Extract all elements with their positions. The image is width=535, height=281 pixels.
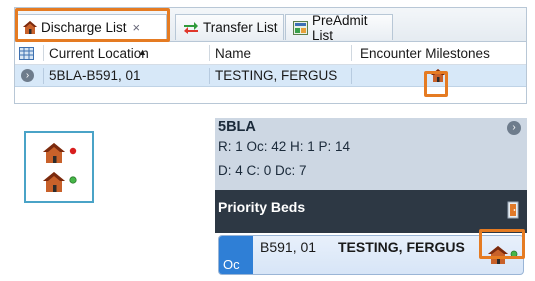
expand-row-button[interactable]: › (21, 65, 34, 86)
door-icon[interactable] (507, 201, 519, 224)
icon-legend (24, 131, 94, 203)
column-name[interactable]: Name (215, 42, 251, 64)
unit-header[interactable]: 5BLA R: 1 Oc: 42 H: 1 P: 14 D: 4 C: 0 Dc… (215, 118, 527, 190)
house-green-dot-icon (42, 171, 78, 198)
tab-preadmit-list[interactable]: PreAdmit List (285, 12, 393, 43)
unit-name: 5BLA (218, 119, 256, 135)
table-row[interactable]: › 5BLA-B591, 01 TESTING, FERGUS (15, 65, 526, 87)
unit-stats-line1: R: 1 Oc: 42 H: 1 P: 14 (218, 139, 351, 154)
row-name: TESTING, FERGUS (215, 68, 338, 83)
column-encounter-milestones[interactable]: Encounter Milestones (360, 42, 490, 64)
chevron-right-icon[interactable]: › (507, 121, 521, 135)
priority-beds-section: Priority Beds (215, 190, 527, 233)
preadmit-icon (293, 20, 308, 35)
house-red-dot-icon (42, 142, 78, 169)
bed-location: B591, 01 (260, 239, 317, 255)
grid-select-icon[interactable] (19, 42, 34, 64)
bed-patient-name: TESTING, FERGUS (338, 239, 465, 255)
status-text: Oc (223, 257, 240, 272)
chevron-right-icon: › (21, 69, 34, 82)
row-location: 5BLA-B591, 01 (49, 68, 141, 83)
column-current-location[interactable]: Current Location (49, 42, 149, 64)
occupied-status: Oc (219, 236, 253, 274)
milestone-icon-highlight (424, 71, 448, 97)
transfer-arrows-icon (183, 21, 199, 34)
tab-transfer-list[interactable]: Transfer List (175, 14, 284, 40)
tab-transfer-label: Transfer List (203, 20, 278, 35)
bed-milestone-highlight (479, 229, 525, 259)
discharge-tab-highlight (15, 8, 170, 42)
unit-stats-line2: D: 4 C: 0 Dc: 7 (218, 163, 307, 178)
sort-up-icon: ▲ (138, 47, 147, 57)
grid-header: Current Location ▲ Name Encounter Milest… (15, 42, 526, 65)
priority-beds-label: Priority Beds (218, 199, 306, 215)
tab-preadmit-label: PreAdmit List (312, 12, 368, 43)
